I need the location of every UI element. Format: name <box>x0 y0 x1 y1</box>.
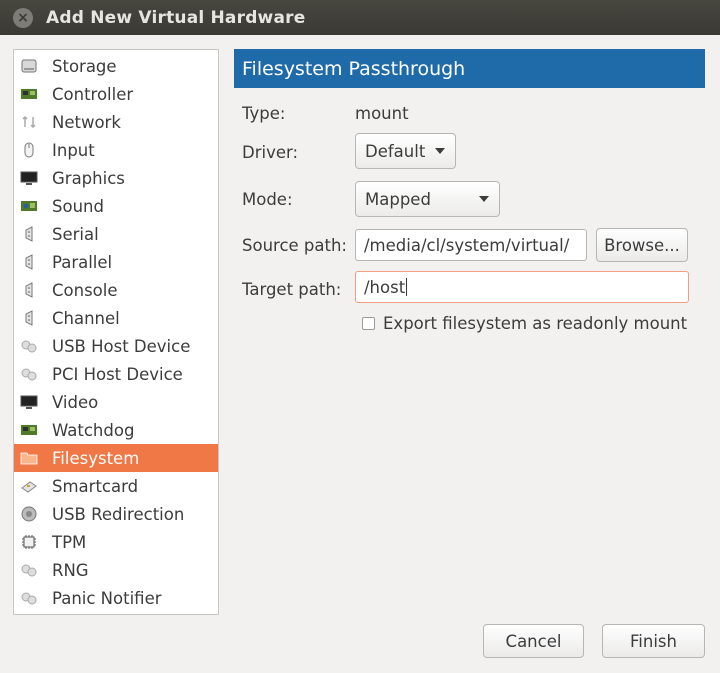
rng-icon <box>20 561 38 579</box>
window-title: Add New Virtual Hardware <box>46 7 306 28</box>
finish-button[interactable]: Finish <box>602 624 705 658</box>
list-item-label: USB Host Device <box>52 336 191 356</box>
driver-dropdown[interactable]: Default <box>355 133 456 169</box>
usb-redirection-icon <box>20 505 38 523</box>
monitor-icon <box>20 169 38 187</box>
list-item-label: Video <box>52 392 99 412</box>
list-item-label: Filesystem <box>52 448 140 468</box>
console-port-icon <box>20 281 38 299</box>
list-item-label: Controller <box>52 84 134 104</box>
list-item-network[interactable]: Network <box>14 108 218 136</box>
chevron-down-icon <box>435 148 445 154</box>
list-item-label: PCI Host Device <box>52 364 183 384</box>
list-item-channel[interactable]: Channel <box>14 304 218 332</box>
list-item-rng[interactable]: RNG <box>14 556 218 584</box>
list-item-serial[interactable]: Serial <box>14 220 218 248</box>
list-item-graphics[interactable]: Graphics <box>14 164 218 192</box>
readonly-checkbox-row[interactable]: Export filesystem as readonly mount <box>362 314 687 333</box>
list-item-label: Sound <box>52 196 104 216</box>
list-item-label: USB Redirection <box>52 504 185 524</box>
serial-port-icon <box>20 225 38 243</box>
list-item-smartcard[interactable]: Smartcard <box>14 472 218 500</box>
list-item-input[interactable]: Input <box>14 136 218 164</box>
source-path-input[interactable]: /media/cl/system/virtual/ <box>355 229 587 261</box>
pci-device-icon <box>20 365 38 383</box>
panic-notifier-icon <box>20 589 38 607</box>
list-item-video[interactable]: Video <box>14 388 218 416</box>
list-item-label: Smartcard <box>52 476 139 496</box>
list-item-tpm[interactable]: TPM <box>14 528 218 556</box>
list-item-parallel[interactable]: Parallel <box>14 248 218 276</box>
controller-icon <box>20 85 38 103</box>
list-item-label: Graphics <box>52 168 125 188</box>
channel-port-icon <box>20 309 38 327</box>
readonly-checkbox[interactable] <box>362 317 375 330</box>
list-item-storage[interactable]: Storage <box>14 52 218 80</box>
target-path-label: Target path: <box>242 280 342 299</box>
list-item-sound[interactable]: Sound <box>14 192 218 220</box>
list-item-label: TPM <box>52 532 87 552</box>
chevron-down-icon <box>479 196 489 202</box>
panel-header: Filesystem Passthrough <box>234 49 705 88</box>
list-item-label: Parallel <box>52 252 113 272</box>
list-item-usb-redirection[interactable]: USB Redirection <box>14 500 218 528</box>
sound-card-icon <box>20 197 38 215</box>
storage-icon <box>20 57 38 75</box>
list-item-label: Network <box>52 112 121 132</box>
cancel-button[interactable]: Cancel <box>483 624 584 658</box>
network-icon <box>20 113 38 131</box>
driver-value: Default <box>365 141 426 161</box>
list-item-panic-notifier[interactable]: Panic Notifier <box>14 584 218 612</box>
title-bar: × Add New Virtual Hardware <box>0 0 720 35</box>
source-path-value: /media/cl/system/virtual/ <box>364 235 570 255</box>
browse-button[interactable]: Browse... <box>596 228 688 262</box>
list-item-usb-host-device[interactable]: USB Host Device <box>14 332 218 360</box>
mode-value: Mapped <box>365 189 431 209</box>
smartcard-icon <box>20 477 38 495</box>
list-item-label: Input <box>52 140 95 160</box>
list-item-watchdog[interactable]: Watchdog <box>14 416 218 444</box>
list-item-filesystem[interactable]: Filesystem <box>14 444 218 472</box>
video-monitor-icon <box>20 393 38 411</box>
list-item-label: RNG <box>52 560 89 580</box>
list-item-label: Watchdog <box>52 420 135 440</box>
hardware-type-list[interactable]: Storage Controller Network Input Graphic… <box>13 49 219 615</box>
target-path-input[interactable]: /host <box>355 271 689 303</box>
list-item-label: Channel <box>52 308 120 328</box>
mouse-icon <box>20 141 38 159</box>
add-hardware-dialog: × Add New Virtual Hardware Storage Contr… <box>0 0 720 673</box>
list-item-label: Storage <box>52 56 117 76</box>
mode-label: Mode: <box>242 190 293 209</box>
type-label: Type: <box>242 104 286 123</box>
readonly-label: Export filesystem as readonly mount <box>383 314 688 333</box>
parallel-port-icon <box>20 253 38 271</box>
folder-icon <box>20 449 38 467</box>
target-path-value: /host <box>364 277 406 297</box>
text-cursor <box>406 278 408 296</box>
driver-label: Driver: <box>242 143 299 162</box>
source-path-label: Source path: <box>242 236 347 255</box>
list-item-label: Panic Notifier <box>52 588 162 608</box>
list-item-label: Console <box>52 280 118 300</box>
type-value: mount <box>355 104 409 123</box>
close-icon: × <box>17 9 29 26</box>
list-item-pci-host-device[interactable]: PCI Host Device <box>14 360 218 388</box>
list-item-controller[interactable]: Controller <box>14 80 218 108</box>
chip-icon <box>20 533 38 551</box>
watchdog-card-icon <box>20 421 38 439</box>
close-window-button[interactable]: × <box>13 7 33 28</box>
list-item-label: Serial <box>52 224 99 244</box>
usb-device-icon <box>20 337 38 355</box>
list-item-console[interactable]: Console <box>14 276 218 304</box>
mode-dropdown[interactable]: Mapped <box>355 181 500 217</box>
